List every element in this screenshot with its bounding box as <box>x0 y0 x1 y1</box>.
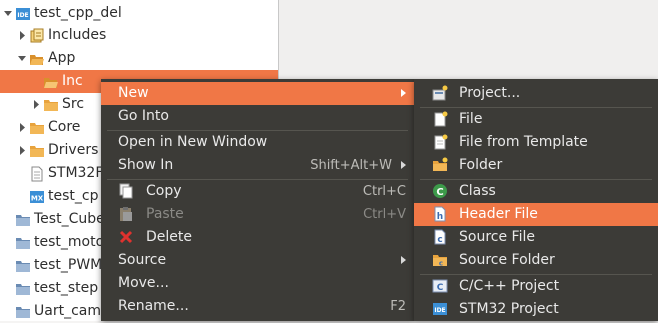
class-icon: C <box>432 183 448 199</box>
submenu-item-source-file[interactable]: c Source File <box>414 226 658 249</box>
project-closed-icon <box>15 258 31 274</box>
folder-icon <box>29 143 45 159</box>
tree-item-label: STM32F <box>48 165 104 181</box>
source-folder-icon: c <box>432 252 448 268</box>
submenu-item-stm32-project[interactable]: IDE STM32 Project <box>414 298 658 321</box>
tree-item-label: test_moto <box>34 234 105 250</box>
includes-icon <box>29 28 45 44</box>
svg-text:IDE: IDE <box>434 307 445 314</box>
menu-item-paste[interactable]: Paste Ctrl+V <box>101 203 414 226</box>
chevron-right-icon[interactable] <box>31 93 41 116</box>
context-menu: New Go Into Open in New Window Show In S… <box>101 79 414 321</box>
shortcut-label: Ctrl+V <box>363 207 406 222</box>
submenu-item-project[interactable]: Project... <box>414 82 658 105</box>
file-template-icon <box>432 134 448 150</box>
svg-text:c: c <box>439 260 443 268</box>
submenu-item-folder[interactable]: Folder <box>414 154 658 177</box>
project-closed-icon <box>15 235 31 251</box>
svg-text:MX: MX <box>31 194 44 202</box>
menu-item-copy[interactable]: Copy Ctrl+C <box>101 180 414 203</box>
delete-icon <box>118 229 134 245</box>
tree-item-test-cpp-del[interactable]: IDE test_cpp_del <box>0 2 278 25</box>
shortcut-label: Shift+Alt+W <box>310 158 392 173</box>
tree-item-label: test_cpp_del <box>34 5 122 21</box>
tree-item-label: Src <box>62 96 85 112</box>
tree-item-includes[interactable]: Includes <box>0 24 278 47</box>
tree-item-label: Includes <box>48 27 107 43</box>
submenu-arrow-icon <box>401 256 406 264</box>
tree-item-label: Inc <box>62 73 83 89</box>
shortcut-label: F2 <box>390 299 406 314</box>
folder-icon <box>43 97 59 113</box>
submenu-item-source-folder[interactable]: c Source Folder <box>414 249 658 272</box>
tree-item-label: Drivers <box>48 142 99 158</box>
folder-open-icon <box>43 74 59 90</box>
menu-item-show-in[interactable]: Show In Shift+Alt+W <box>101 154 414 177</box>
header-file-icon: h <box>432 206 448 222</box>
stm32-project-icon: IDE <box>432 301 448 317</box>
submenu-item-header-file[interactable]: h Header File <box>414 203 658 226</box>
menu-item-go-into[interactable]: Go Into <box>101 105 414 128</box>
new-file-icon <box>432 111 448 127</box>
mx-file-icon: MX <box>29 189 45 205</box>
submenu-item-class[interactable]: C Class <box>414 180 658 203</box>
tree-item-label: test_PWM <box>34 257 103 273</box>
menu-item-delete[interactable]: Delete <box>101 226 414 249</box>
submenu-item-file-from-template[interactable]: File from Template <box>414 131 658 154</box>
submenu-item-file[interactable]: File <box>414 108 658 131</box>
submenu-item-c-cpp-project[interactable]: C C/C++ Project <box>414 275 658 298</box>
svg-text:c: c <box>437 235 442 245</box>
tree-item-label: test_step <box>34 280 99 296</box>
tree-item-label: Uart_cam <box>34 303 101 319</box>
project-closed-icon <box>15 281 31 297</box>
svg-text:IDE: IDE <box>17 12 28 19</box>
chevron-right-icon[interactable] <box>17 139 27 162</box>
copy-icon <box>118 183 134 199</box>
menu-item-source[interactable]: Source <box>101 249 414 272</box>
tree-item-label: Test_Cube <box>34 211 105 227</box>
menu-item-move[interactable]: Move... <box>101 272 414 295</box>
tree-item-label: Core <box>48 119 81 135</box>
paste-icon <box>118 206 134 222</box>
new-project-icon <box>432 85 448 101</box>
menu-item-new[interactable]: New <box>101 82 414 105</box>
svg-text:C: C <box>437 283 444 293</box>
tree-item-label: test_cp <box>48 188 99 204</box>
shortcut-label: Ctrl+C <box>362 184 406 199</box>
c-cpp-project-icon: C <box>432 278 448 294</box>
tree-item-label: App <box>48 50 76 66</box>
folder-open-icon <box>29 51 45 67</box>
chevron-right-icon[interactable] <box>17 24 27 47</box>
svg-text:h: h <box>437 212 443 222</box>
source-file-icon: c <box>432 229 448 245</box>
tree-item-app[interactable]: App <box>0 47 278 70</box>
file-icon <box>29 166 45 182</box>
project-closed-icon <box>15 304 31 320</box>
menu-item-rename[interactable]: Rename... F2 <box>101 295 414 318</box>
menu-item-open-in-new-window[interactable]: Open in New Window <box>101 131 414 154</box>
folder-icon <box>29 120 45 136</box>
svg-text:C: C <box>436 187 443 198</box>
submenu-arrow-icon <box>401 161 406 169</box>
new-submenu: Project... File File from Template Folde… <box>414 79 658 321</box>
submenu-arrow-icon <box>401 89 406 97</box>
chevron-right-icon[interactable] <box>17 116 27 139</box>
chevron-down-icon[interactable] <box>3 2 13 25</box>
project-closed-icon <box>15 212 31 228</box>
chevron-down-icon[interactable] <box>17 47 27 70</box>
new-folder-icon <box>432 157 448 173</box>
ide-project-icon: IDE <box>15 6 31 22</box>
